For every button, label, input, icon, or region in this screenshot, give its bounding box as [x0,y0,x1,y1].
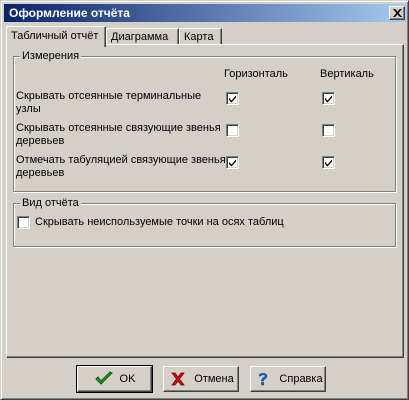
hide-terminal-nodes-vertical-checkbox[interactable] [322,92,335,105]
close-button[interactable] [389,6,405,20]
checkmark-icon [325,95,332,103]
row-label-hide-connecting-links: Скрывать отсеянные связующие звенья дере… [16,122,221,147]
hide-connecting-links-vertical-checkbox[interactable] [322,124,335,137]
report-view-group: Вид отчёта Скрывать неиспользуемые точки… [13,196,396,247]
help-button[interactable]: Справка [250,366,326,392]
tab-map[interactable]: Карта [179,28,222,45]
tab-table-report[interactable]: Табличный отчёт [6,26,106,47]
cancel-button[interactable]: Отмена [163,366,239,392]
help-button-label: Справка [279,373,323,385]
dimensions-group: Измерения Горизонталь Вертикаль Скрывать… [13,49,396,192]
horizontal-column-header: Горизонталь [224,68,288,80]
hide-terminal-nodes-horizontal-checkbox[interactable] [226,92,239,105]
hide-connecting-links-horizontal-checkbox[interactable] [226,124,239,137]
tabulate-connecting-links-vertical-checkbox[interactable] [322,156,335,169]
cancel-button-label: Отмена [194,373,234,385]
vertical-column-header: Вертикаль [320,68,374,80]
tab-panel: Измерения Горизонталь Вертикаль Скрывать… [6,44,404,358]
tab-diagram[interactable]: Диаграмма [106,28,179,45]
question-icon [253,370,273,388]
row-label-tabulate-connecting-links: Отмечать табуляцией связующие звенья дер… [16,154,226,179]
title-bar[interactable]: Оформление отчёта [4,4,407,22]
cross-icon [168,370,188,388]
dimensions-legend: Измерения [20,49,82,63]
report-view-legend: Вид отчёта [20,196,81,210]
ok-button-label: OK [119,373,136,385]
row-label-hide-terminal-nodes: Скрывать отсеянные терминальные узлы [16,90,202,115]
checkmark-icon [229,159,236,167]
hide-unused-points-label[interactable]: Скрывать неиспользуемые точки на осях та… [35,216,375,229]
ok-button[interactable]: OK [76,365,153,393]
close-icon [393,9,402,17]
hide-unused-points-checkbox[interactable] [17,216,30,229]
checkmark-icon [229,95,236,103]
dialog-window: Оформление отчёта Табличный отчёт Диагра… [0,0,409,400]
window-title: Оформление отчёта [9,6,130,20]
checkmark-icon [325,159,332,167]
tabulate-connecting-links-horizontal-checkbox[interactable] [226,156,239,169]
check-icon [94,370,114,388]
